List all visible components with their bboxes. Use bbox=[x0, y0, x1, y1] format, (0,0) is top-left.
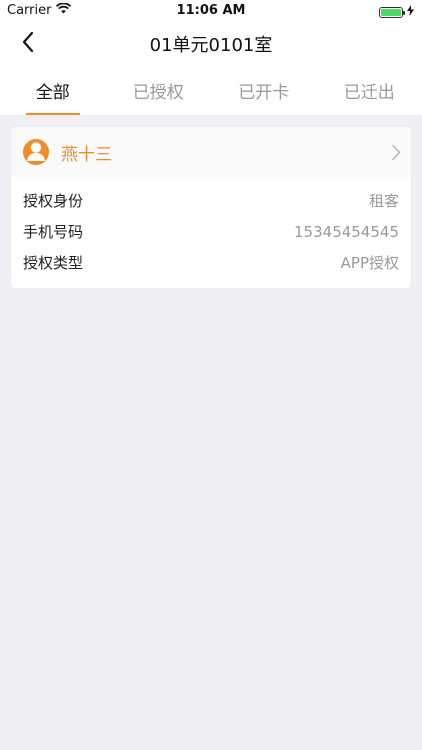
auth-type-value: APP授权 bbox=[340, 254, 399, 272]
resident-card-body: 授权身份 租客 手机号码 15345454545 授权类型 APP授权 bbox=[11, 177, 411, 288]
nav-bar: 01单元0101室 bbox=[0, 22, 422, 66]
back-button[interactable] bbox=[14, 30, 42, 58]
identity-label: 授权身份 bbox=[23, 192, 84, 210]
status-time: 11:06 AM bbox=[176, 3, 246, 18]
tab-bar: 全部 已授权 已开卡 已迁出 bbox=[0, 66, 422, 116]
charging-icon bbox=[407, 5, 414, 20]
info-row-phone: 手机号码 15345454545 bbox=[23, 216, 399, 247]
phone-value: 15345454545 bbox=[294, 222, 399, 241]
tab-all[interactable]: 全部 bbox=[0, 66, 106, 115]
phone-label: 手机号码 bbox=[23, 223, 84, 241]
status-right bbox=[379, 5, 414, 20]
identity-value: 租客 bbox=[368, 192, 399, 210]
resident-card-header[interactable]: 燕十三 bbox=[11, 127, 411, 177]
chevron-left-icon bbox=[21, 31, 35, 57]
top-area: Carrier 11:06 AM 01单元0101室 全部 已授权 已开卡 已迁… bbox=[0, 0, 422, 116]
auth-type-label: 授权类型 bbox=[23, 254, 84, 272]
battery-icon bbox=[379, 7, 405, 18]
tab-authorized[interactable]: 已授权 bbox=[106, 66, 212, 115]
avatar bbox=[23, 139, 49, 165]
info-row-identity: 授权身份 租客 bbox=[23, 185, 399, 216]
tab-card-issued[interactable]: 已开卡 bbox=[211, 66, 317, 115]
resident-name: 燕十三 bbox=[61, 144, 112, 165]
user-icon bbox=[23, 139, 49, 165]
info-row-auth-type: 授权类型 APP授权 bbox=[23, 247, 399, 278]
tab-moved-out[interactable]: 已迁出 bbox=[317, 66, 422, 115]
chevron-right-icon bbox=[391, 144, 401, 165]
status-bar: Carrier 11:06 AM bbox=[0, 0, 422, 22]
resident-card: 燕十三 授权身份 租客 手机号码 15345454545 授权类型 APP授权 bbox=[11, 127, 411, 288]
page-title: 01单元0101室 bbox=[149, 35, 273, 56]
